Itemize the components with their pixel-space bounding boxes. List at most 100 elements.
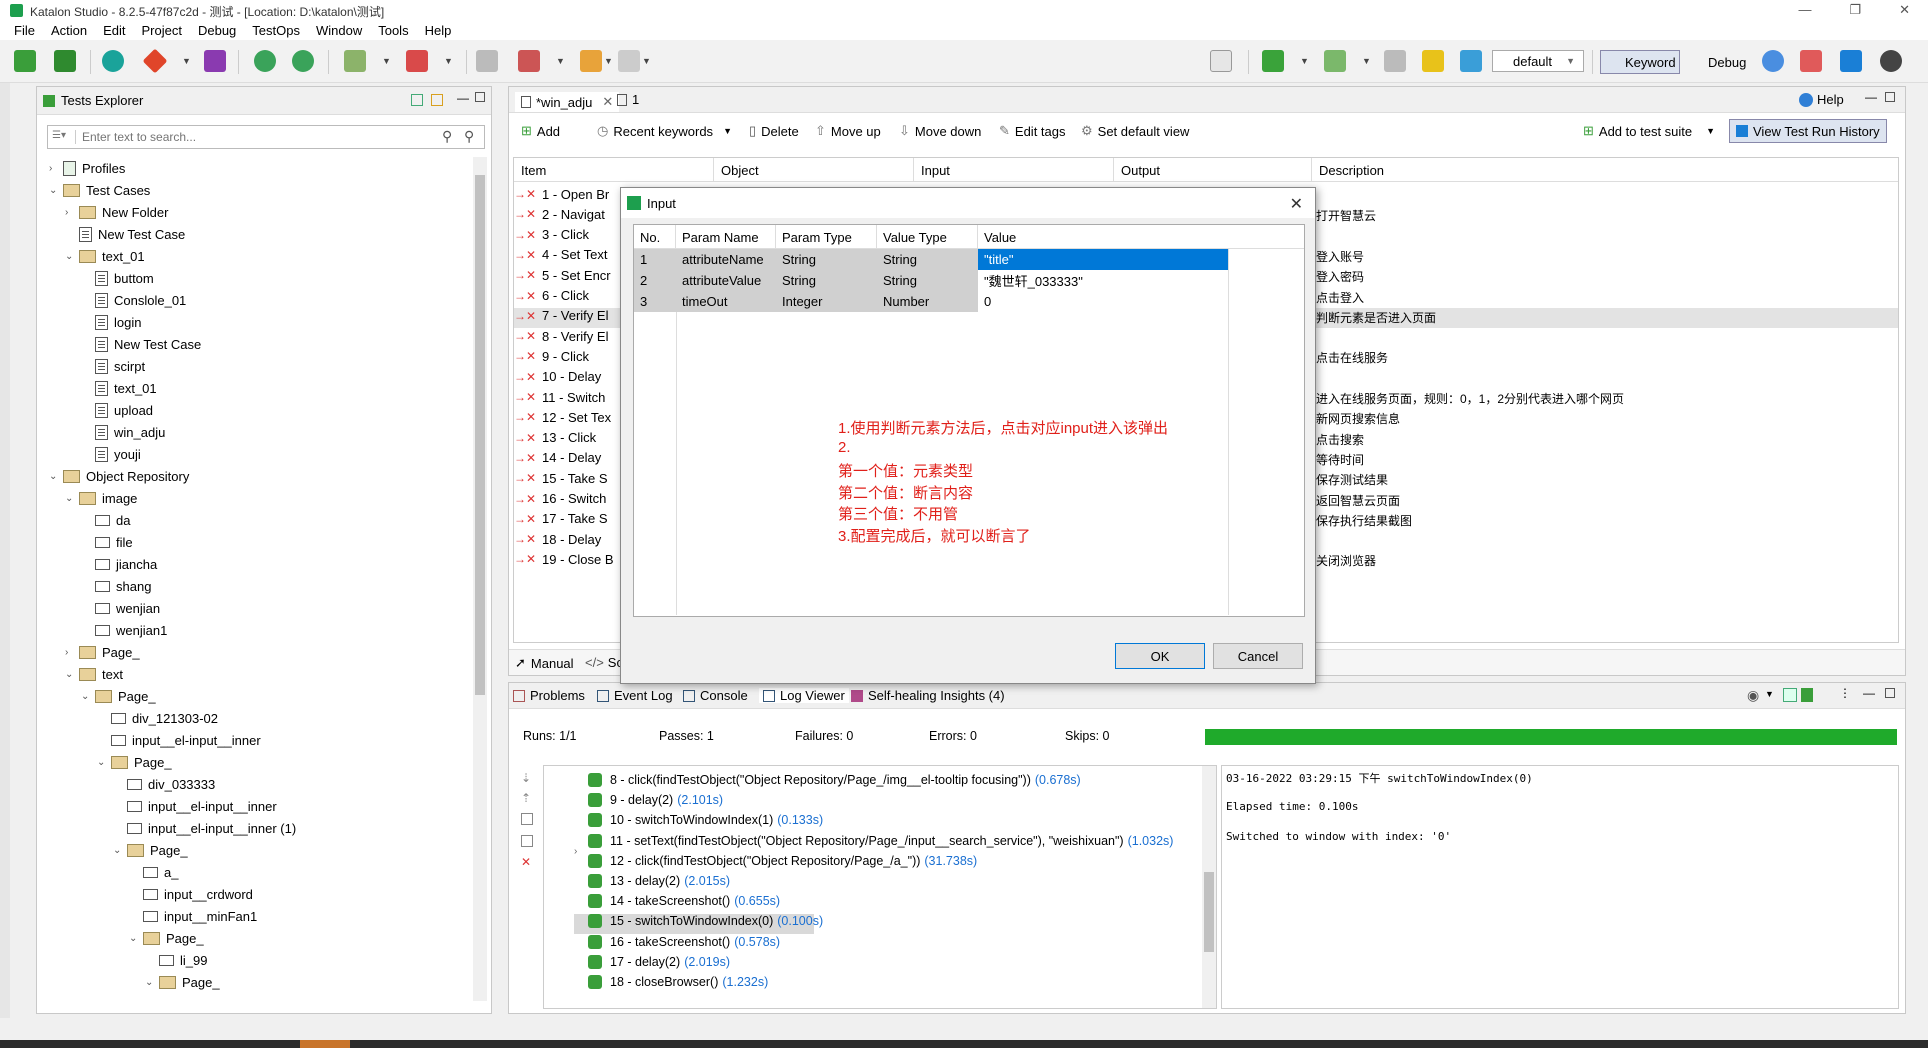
collapse-all-icon[interactable]	[411, 94, 423, 106]
close-window-button[interactable]: ✕	[1899, 2, 1910, 18]
log-row[interactable]: 14 - takeScreenshot() (0.655s)	[588, 891, 780, 911]
test-step-row[interactable]: →✕ 15 - Take S	[514, 468, 608, 488]
mobile-recorder-icon[interactable]	[344, 50, 366, 72]
test-step-row[interactable]: →✕ 10 - Delay	[514, 367, 601, 387]
tab-tests-explorer[interactable]: Tests Explorer	[43, 93, 143, 108]
tree-item[interactable]: input__minFan1	[129, 905, 257, 927]
add-to-test-suite-button[interactable]: ⊞ Add to test suite ▼	[1583, 123, 1715, 139]
tree-item[interactable]: ⌄ text	[65, 663, 123, 685]
chevron-down-icon[interactable]: ⌄	[49, 471, 63, 482]
tree-item[interactable]: li_99	[145, 949, 207, 971]
tree-item[interactable]: ⌄ Page_	[97, 751, 172, 773]
param-value-cell[interactable]: "title"	[978, 249, 1228, 270]
tree-item[interactable]: input__el-input__inner	[113, 795, 277, 817]
column-no[interactable]: No.	[634, 225, 676, 249]
step-description[interactable]: 返回智慧云页面	[1316, 492, 1400, 509]
chevron-down-icon[interactable]: ⌄	[65, 493, 79, 504]
column-param-type[interactable]: Param Type	[776, 225, 877, 249]
chevron-down-icon[interactable]: ⌄	[49, 185, 63, 196]
step-description[interactable]: 等待时间	[1316, 451, 1364, 468]
view-test-run-history-button[interactable]: View Test Run History	[1729, 119, 1887, 143]
log-scrollbar[interactable]	[1202, 766, 1216, 1008]
log-row[interactable]: 16 - takeScreenshot() (0.578s)	[588, 932, 780, 952]
log-row[interactable]: 15 - switchToWindowIndex(0) (0.100s)	[588, 911, 823, 931]
help-icon[interactable]	[1762, 50, 1784, 72]
next-failure-icon[interactable]	[521, 835, 533, 847]
chevron-right-icon[interactable]: ›	[49, 163, 63, 174]
stop-icon[interactable]	[1384, 50, 1406, 72]
column-item[interactable]: Item	[514, 158, 714, 182]
close-icon[interactable]: ✕	[1290, 194, 1303, 214]
column-description[interactable]: Description	[1312, 158, 1898, 182]
tree-item[interactable]: da	[81, 509, 130, 531]
test-step-row[interactable]: →✕ 14 - Delay	[514, 448, 601, 468]
chevron-down-icon[interactable]: ▼	[556, 56, 565, 66]
test-step-row[interactable]: →✕ 11 - Switch	[514, 387, 605, 407]
tree-item[interactable]: ⌄ Test Cases	[49, 179, 150, 201]
tree-item[interactable]: input__crdword	[129, 883, 253, 905]
test-step-row[interactable]: →✕ 4 - Set Text	[514, 245, 608, 265]
maximize-panel-icon[interactable]	[1885, 92, 1895, 102]
maximize-panel-icon[interactable]	[1885, 688, 1895, 698]
tree-item[interactable]: Conslole_01	[81, 289, 186, 311]
search-icon[interactable]: ⚲	[442, 128, 452, 145]
tree-item[interactable]: shang	[81, 575, 151, 597]
test-step-row[interactable]: →✕ 19 - Close B	[514, 549, 614, 569]
git-icon[interactable]	[142, 48, 168, 74]
test-step-row[interactable]: →✕ 5 - Set Encr	[514, 265, 611, 285]
tab-self-healing[interactable]: Self-healing Insights (4)	[851, 688, 1005, 703]
spy-mobile-icon[interactable]	[406, 50, 428, 72]
tab-manual[interactable]: ➚ Manual	[515, 655, 574, 671]
expand-arrow-icon[interactable]: ›	[574, 846, 577, 857]
step-description[interactable]: 打开智慧云	[1316, 207, 1376, 224]
tree-item[interactable]: wenjian1	[81, 619, 167, 641]
step-description[interactable]: 判断元素是否进入页面	[1316, 309, 1436, 326]
chevron-down-icon[interactable]: ⌄	[113, 845, 127, 856]
tree-item[interactable]: buttom	[81, 267, 154, 289]
log-row[interactable]: 13 - delay(2) (2.015s)	[588, 871, 730, 891]
move-up-button[interactable]: ⇧ Move up	[815, 123, 881, 139]
menu-help[interactable]: Help	[425, 23, 452, 38]
chevron-down-icon[interactable]: ▼	[1362, 56, 1371, 66]
log-row[interactable]: 9 - delay(2) (2.101s)	[588, 790, 723, 810]
tab-1[interactable]: 1	[617, 92, 639, 107]
param-row[interactable]: 2 attributeValue String String "魏世轩_033333"	[634, 270, 1228, 291]
step-description[interactable]: 保存测试结果	[1316, 471, 1388, 488]
tree-item[interactable]: ⌄ Page_	[81, 685, 156, 707]
scrollbar-thumb[interactable]	[475, 175, 485, 695]
step-description[interactable]: 登入密码	[1316, 268, 1364, 285]
collapse-all-icon[interactable]: ⇡	[521, 791, 531, 805]
step-description[interactable]: 登入账号	[1316, 248, 1364, 265]
cancel-button[interactable]: Cancel	[1213, 643, 1303, 669]
tree-item[interactable]: › New Folder	[65, 201, 168, 223]
tree-item[interactable]: ⌄ image	[65, 487, 137, 509]
column-object[interactable]: Object	[714, 158, 914, 182]
recent-keywords-button[interactable]: ◷ Recent keywords ▼	[597, 123, 732, 139]
chevron-down-icon[interactable]: ⌄	[81, 691, 95, 702]
chevron-down-icon[interactable]: ▼	[642, 56, 651, 66]
step-description[interactable]: 点击在线服务	[1316, 349, 1388, 366]
tree-item[interactable]: ⌄ text_01	[65, 245, 145, 267]
step-description[interactable]: 关闭浏览器	[1316, 552, 1376, 569]
tree-item[interactable]: scirpt	[81, 355, 145, 377]
tree-item[interactable]: input__el-input__inner (1)	[113, 817, 296, 839]
maximize-panel-icon[interactable]	[475, 92, 485, 102]
test-step-row[interactable]: →✕ 16 - Switch	[514, 489, 606, 509]
param-row[interactable]: 1 attributeName String String "title"	[634, 249, 1228, 270]
minimize-panel-icon[interactable]: —	[1865, 90, 1877, 104]
chevron-down-icon[interactable]: ⌄	[97, 757, 111, 768]
filter-dropdown-icon[interactable]: ☰▾	[52, 130, 76, 144]
close-tab-icon[interactable]: ✕	[602, 94, 613, 110]
param-value-cell[interactable]: 0	[978, 291, 1228, 312]
test-step-row[interactable]: →✕ 17 - Take S	[514, 509, 608, 529]
menu-testops[interactable]: TestOps	[252, 23, 300, 38]
chevron-right-icon[interactable]: ›	[65, 647, 79, 658]
search-input[interactable]	[82, 128, 432, 146]
tree-item[interactable]: jiancha	[81, 553, 157, 575]
chevron-down-icon[interactable]: ▼	[1300, 56, 1309, 66]
tree-item[interactable]: › Profiles	[49, 157, 125, 179]
web-recorder-icon[interactable]	[254, 50, 276, 72]
delete-button[interactable]: ▯ Delete	[749, 123, 799, 139]
tree-item[interactable]: input__el-input__inner	[97, 729, 261, 751]
test-step-row[interactable]: →✕ 6 - Click	[514, 286, 589, 306]
